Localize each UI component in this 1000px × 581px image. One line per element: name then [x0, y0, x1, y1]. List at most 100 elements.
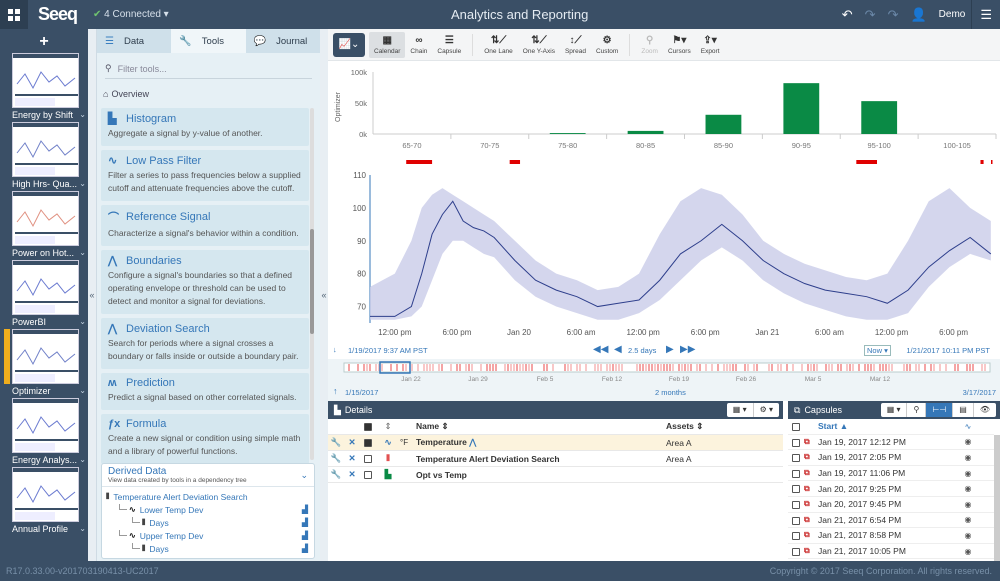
capsule-checkbox[interactable]: [792, 547, 800, 556]
worksheet-label[interactable]: Energy by Shift ⌄: [12, 108, 86, 122]
item-name[interactable]: Temperature: [416, 437, 467, 447]
collapse-panel-handle[interactable]: «: [320, 29, 328, 561]
worksheet-label[interactable]: PowerBI ⌄: [12, 315, 86, 329]
row-checkbox[interactable]: [364, 439, 372, 448]
worksheet-label[interactable]: Energy Analys... ⌄: [12, 453, 86, 467]
worksheet-thumbnail[interactable]: [12, 467, 79, 522]
eye-icon[interactable]: ◉: [948, 531, 988, 540]
user-name[interactable]: Demo: [939, 9, 966, 20]
wrench-icon[interactable]: 🔧: [328, 453, 344, 464]
worksheet-item[interactable]: High Hrs- Qua... ⌄: [12, 122, 86, 191]
histogram-bar[interactable]: [861, 101, 898, 134]
zoom-capsule-icon[interactable]: ⚲: [907, 403, 927, 417]
eye-icon[interactable]: 👁: [974, 403, 996, 417]
remove-icon[interactable]: ✕: [344, 469, 360, 480]
capsule-bar[interactable]: [406, 160, 433, 164]
worksheet-thumbnail[interactable]: [12, 122, 79, 177]
columns-button[interactable]: ▦ ▾: [727, 403, 754, 417]
timeline-bar[interactable]: Jan 22 Jan 29 Feb 5 Feb 12 Feb 19 Feb 26 Mar 5…: [328, 359, 1000, 385]
tree-item[interactable]: ∿ Lower Temp Dev ▟: [106, 503, 310, 516]
connection-status[interactable]: ✔ 4 Connected ▾: [93, 9, 169, 20]
capsule-span-button[interactable]: ⊢⊣: [926, 403, 954, 417]
details-row[interactable]: 🔧 ✕ ▙ Opt vs Temp: [328, 467, 783, 483]
eye-icon[interactable]: ◉: [948, 484, 988, 493]
worksheet-thumbnail[interactable]: [12, 329, 79, 384]
add-to-trend-icon[interactable]: ▟: [302, 505, 308, 514]
tree-item[interactable]: ⫴ Days ▟: [106, 542, 310, 555]
tool-formula[interactable]: ƒx Formula Create a new signal or conditio…: [101, 414, 309, 464]
tree-item[interactable]: ⫴ Temperature Alert Deviation Search: [106, 490, 310, 503]
row-checkbox[interactable]: [364, 455, 372, 464]
capsule-row[interactable]: ⧉ Jan 19, 2017 11:06 PM ◉: [788, 466, 994, 482]
eye-icon[interactable]: ◉: [948, 453, 988, 462]
capsule-checkbox[interactable]: [792, 532, 800, 541]
zoom-button[interactable]: ⚲ Zoom: [636, 32, 663, 58]
worksheet-item[interactable]: Power on Hot... ⌄: [12, 191, 86, 260]
capsule-checkbox[interactable]: [792, 485, 800, 494]
duration[interactable]: 2.5 days: [628, 346, 656, 355]
tab-data[interactable]: ☰ Data: [97, 29, 171, 53]
worksheet-thumbnail[interactable]: [12, 398, 79, 453]
main-menu-button[interactable]: ☰: [971, 0, 1000, 29]
capsule-row[interactable]: ⧉ Jan 21, 2017 10:05 PM ◉: [788, 544, 994, 560]
assets-column-header[interactable]: Assets ⇕: [666, 421, 766, 432]
tool-reference-signal[interactable]: ⌒ Reference Signal Characterize a signal's…: [101, 205, 309, 246]
capsule-row[interactable]: ⧉ Jan 21, 2017 8:58 PM ◉: [788, 528, 994, 544]
chevron-down-icon[interactable]: ⌄: [79, 108, 86, 122]
name-column-header[interactable]: Name ⇕: [412, 421, 666, 432]
settings-button[interactable]: ⚙ ▾: [754, 403, 779, 417]
row-checkbox[interactable]: [364, 471, 372, 480]
worksheet-item[interactable]: Energy by Shift ⌄: [12, 53, 86, 122]
cursors-button[interactable]: ⚑▾ Cursors: [663, 32, 696, 58]
redo-all-icon[interactable]: ↷: [888, 7, 899, 23]
tree-item[interactable]: ∿ Upper Temp Dev ▟: [106, 529, 310, 542]
worksheet-item[interactable]: Energy Analys... ⌄: [12, 398, 86, 467]
item-name[interactable]: Opt vs Temp: [416, 470, 467, 480]
step-forward-fast-icon[interactable]: ▶▶: [680, 344, 695, 355]
worksheet-label[interactable]: Annual Profile ⌄: [12, 522, 86, 536]
step-back-icon[interactable]: ◀: [614, 344, 622, 355]
add-to-trend-icon[interactable]: ▟: [302, 518, 308, 527]
capsule-bar[interactable]: [991, 160, 993, 164]
add-to-trend-icon[interactable]: ▟: [302, 531, 308, 540]
start-column-header[interactable]: Start ▲: [818, 421, 948, 431]
sort-icon[interactable]: ⇕: [376, 421, 400, 432]
details-row[interactable]: 🔧 ✕ ⫴ Temperature Alert Deviation Search Are…: [328, 451, 783, 467]
eye-icon[interactable]: ◉: [948, 500, 988, 509]
eye-icon[interactable]: ◉: [948, 469, 988, 478]
tool-histogram[interactable]: ▙ Histogram Aggregate a signal by y-value …: [101, 108, 309, 146]
view-selector-button[interactable]: 📈 ⌄: [333, 32, 365, 57]
chevron-down-icon[interactable]: ⌄: [79, 453, 86, 467]
range-start[interactable]: 1/19/2017 9:37 AM PST: [348, 346, 428, 355]
wrench-icon[interactable]: 🔧: [328, 469, 344, 480]
worksheet-thumbnail[interactable]: [12, 191, 79, 246]
step-back-fast-icon[interactable]: ◀◀: [593, 344, 608, 355]
worksheet-item[interactable]: Optimizer ⌄: [4, 329, 86, 398]
capsule-row[interactable]: ⧉ Jan 19, 2017 12:12 PM ◉: [788, 435, 994, 451]
tab-tools[interactable]: 🔧 Tools: [171, 29, 246, 53]
histogram-bar[interactable]: [627, 130, 664, 134]
tool-low-pass-filter[interactable]: ∿ Low Pass Filter Filter a series to pass …: [101, 150, 309, 201]
overview-link[interactable]: ⌂ Overview: [97, 85, 320, 103]
chain-button[interactable]: ∞ Chain: [405, 32, 432, 58]
export-button[interactable]: ⇪▾ Export: [696, 32, 725, 58]
tool-deviation-search[interactable]: ⋀ Deviation Search Search for periods wher…: [101, 318, 309, 369]
capsule-checkbox[interactable]: [792, 469, 800, 478]
arrow-down-icon[interactable]: ↓: [333, 345, 337, 354]
tool-prediction[interactable]: ʍ Prediction Predict a signal based on oth…: [101, 373, 309, 410]
chevron-down-icon[interactable]: ⌄: [79, 315, 86, 329]
worksheet-item[interactable]: PowerBI ⌄: [12, 260, 86, 329]
capsule-columns-button[interactable]: ▦ ▾: [881, 403, 908, 417]
one-lane-button[interactable]: ⇅⟋ One Lane: [479, 32, 518, 58]
eye-icon[interactable]: ◉: [948, 437, 988, 446]
eye-icon[interactable]: ◉: [948, 515, 988, 524]
arrow-up-icon[interactable]: ↑: [333, 386, 338, 396]
workbook-title[interactable]: Analytics and Reporting: [451, 7, 588, 22]
tab-journal[interactable]: 💬 Journal: [246, 29, 320, 53]
chevron-down-icon[interactable]: ⌄: [300, 470, 308, 481]
tool-boundaries[interactable]: ⋀ Boundaries Configure a signal's boundari…: [101, 250, 309, 314]
chevron-down-icon[interactable]: ⌄: [79, 177, 86, 191]
range-end[interactable]: 1/21/2017 10:11 PM PST: [906, 346, 990, 355]
capsule-checkbox[interactable]: [792, 438, 800, 447]
chevron-down-icon[interactable]: ⌄: [79, 246, 86, 260]
